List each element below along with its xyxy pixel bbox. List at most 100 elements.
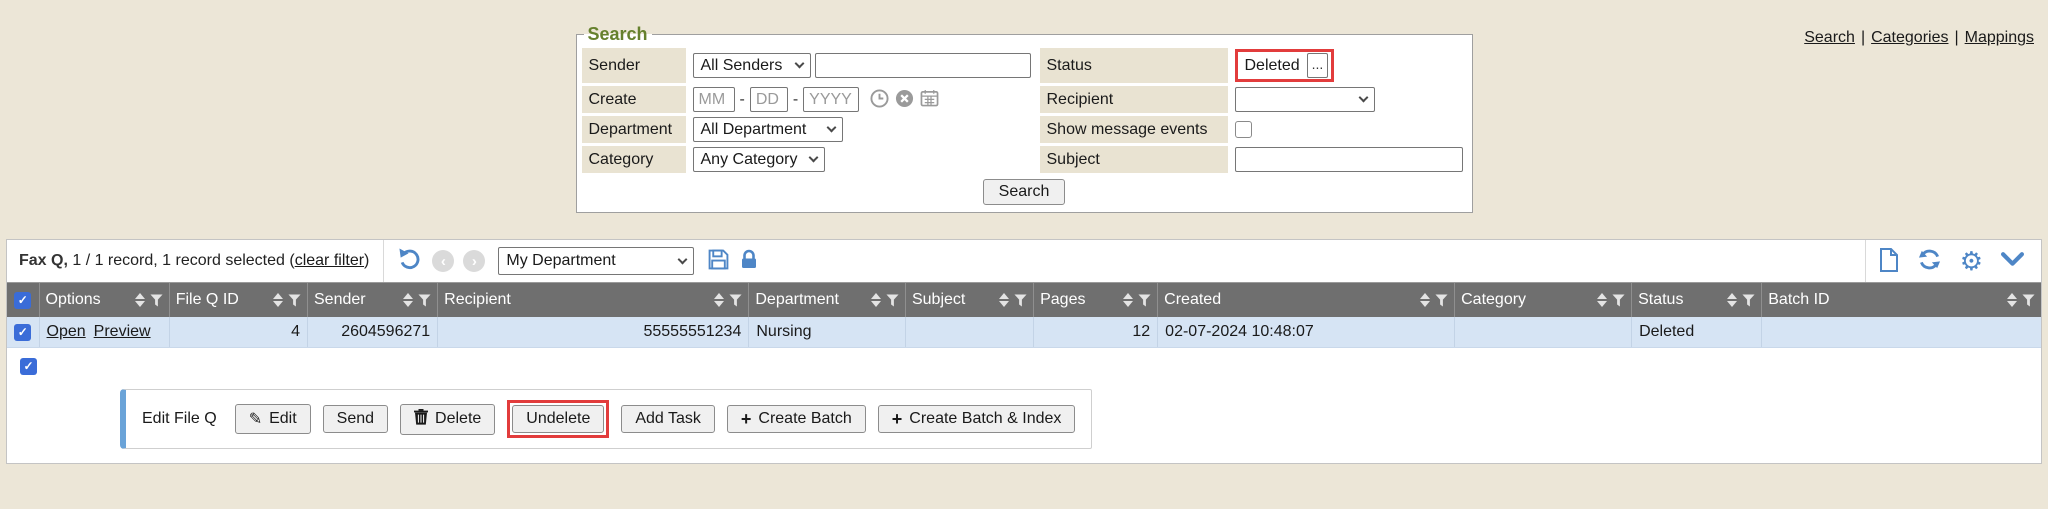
grid-title: Fax Q, [19,252,68,269]
top-nav: Search | Categories | Mappings [1804,29,2034,47]
column-header-category: Category [1455,283,1632,317]
chevron-down-icon [808,153,818,163]
column-header-created: Created [1158,283,1455,317]
sort-icon[interactable] [1597,293,1607,307]
grid-record-count: 1 / 1 record, 1 record selected ( [68,252,295,269]
sort-icon[interactable] [403,293,413,307]
nav-separator: | [1954,29,1958,46]
filter-icon[interactable] [1612,294,1625,307]
new-document-button[interactable] [1878,248,1900,275]
clear-filter-link[interactable]: clear filter [295,252,364,269]
create-year-input[interactable] [803,87,859,112]
filter-icon[interactable] [729,294,742,307]
recipient-select[interactable] [1235,87,1375,112]
undelete-button[interactable]: Undelete [512,405,604,433]
undo-button[interactable] [396,248,423,274]
show-message-events-checkbox[interactable] [1235,121,1252,138]
cell-pages: 12 [1034,317,1158,347]
nav-link-search[interactable]: Search [1804,29,1855,46]
create-date-label: Create [582,86,686,113]
chevron-right-icon: › [472,253,477,270]
status-label: Status [1040,48,1228,83]
search-panel-title: Search [584,24,652,45]
settings-button[interactable]: ⚙ [1959,248,1984,274]
sort-icon[interactable] [714,293,724,307]
clear-date-button[interactable] [894,89,915,111]
department-label: Department [582,116,686,143]
send-button[interactable]: Send [323,405,388,433]
cell-created: 02-07-2024 10:48:07 [1158,317,1455,347]
column-header-pages: Pages [1034,283,1158,317]
view-select[interactable]: My Department [498,247,694,275]
create-batch-index-button[interactable]: +Create Batch & Index [878,405,1076,433]
column-header-options: Options [40,283,170,317]
time-picker-button[interactable] [869,89,890,111]
previous-page-button[interactable]: ‹ [432,250,454,272]
filter-icon[interactable] [1742,294,1755,307]
undelete-highlight-box: Undelete [507,400,609,438]
plus-icon: + [892,410,903,428]
sort-icon[interactable] [135,293,145,307]
grid-header-row: ✓ Options File Q ID Sender Recipient Dep… [7,282,2041,317]
sort-icon[interactable] [1727,293,1737,307]
sender-label: Sender [582,48,686,83]
filter-icon[interactable] [1138,294,1151,307]
status-picker-button[interactable]: ... [1307,53,1329,78]
open-link[interactable]: Open [47,323,86,341]
next-page-button[interactable]: › [463,250,485,272]
filter-icon[interactable] [288,294,301,307]
create-month-input[interactable] [693,87,735,112]
sort-icon[interactable] [2007,293,2017,307]
undo-icon [397,248,422,274]
sender-input[interactable] [815,53,1031,78]
refresh-icon [1917,248,1942,274]
chevron-down-icon [794,59,804,69]
filter-icon[interactable] [1014,294,1027,307]
x-circle-icon [895,89,914,111]
calendar-picker-button[interactable] [919,89,940,110]
sort-icon[interactable] [273,293,283,307]
row-checkbox[interactable]: ✓ [14,324,31,341]
filter-icon[interactable] [2022,294,2035,307]
recipient-label: Recipient [1040,86,1228,113]
nav-separator: | [1861,29,1865,46]
plus-icon: + [741,410,752,428]
edit-button[interactable]: ✎Edit [235,404,311,434]
subject-input[interactable] [1235,147,1463,172]
collapse-grid-button[interactable] [2000,252,2025,270]
nav-link-categories[interactable]: Categories [1871,29,1948,46]
save-view-button[interactable] [707,249,730,273]
lock-view-button[interactable] [739,249,759,273]
sort-icon[interactable] [1420,293,1430,307]
gear-icon: ⚙ [1960,248,1983,274]
filter-icon[interactable] [418,294,431,307]
chevron-left-icon: ‹ [441,253,446,270]
column-header-subject: Subject [906,283,1034,317]
grid-toolbar: Fax Q, 1 / 1 record, 1 record selected (… [7,240,2041,282]
status-highlight-box: Deleted ... [1235,49,1335,82]
sort-icon[interactable] [999,293,1009,307]
delete-button[interactable]: Delete [400,404,495,435]
preview-link[interactable]: Preview [94,323,151,341]
select-all-checkbox[interactable]: ✓ [14,292,31,309]
date-separator: - [793,91,798,109]
sort-icon[interactable] [871,293,881,307]
sort-icon[interactable] [1123,293,1133,307]
search-panel: Search Sender All Senders Status Deleted… [576,24,1473,213]
department-select[interactable]: All Department [693,117,843,142]
create-batch-button[interactable]: +Create Batch [727,405,866,433]
add-task-button[interactable]: Add Task [621,405,715,433]
footer-select-all-checkbox[interactable]: ✓ [20,358,37,375]
filter-icon[interactable] [150,294,163,307]
nav-link-mappings[interactable]: Mappings [1965,29,2034,46]
filter-icon[interactable] [886,294,899,307]
document-icon [1879,248,1899,275]
category-select[interactable]: Any Category [693,147,825,172]
filter-icon[interactable] [1435,294,1448,307]
cell-recipient: 55555551234 [438,317,749,347]
sender-select[interactable]: All Senders [693,53,811,78]
cell-sender: 2604596271 [308,317,438,347]
search-button[interactable]: Search [983,179,1066,205]
create-day-input[interactable] [750,87,788,112]
refresh-button[interactable] [1916,248,1943,274]
